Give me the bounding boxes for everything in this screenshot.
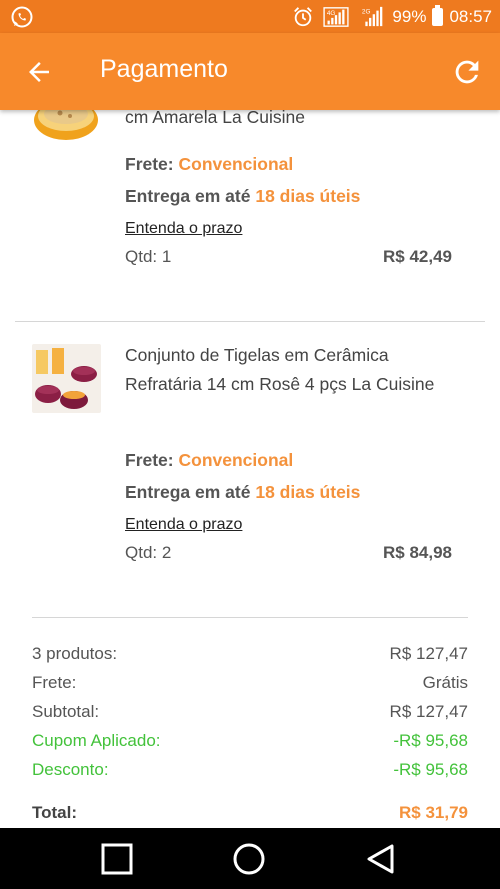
summary-label: Frete:: [32, 673, 77, 692]
triangle-back-icon[interactable]: [364, 842, 398, 876]
summary-total-row: Total: R$ 31,79: [32, 803, 468, 823]
item-price: R$ 84,98: [383, 543, 452, 562]
summary-label: 3 produtos:: [32, 644, 118, 663]
signal-4g-icon: 4G: [323, 6, 350, 27]
arrow-back-icon[interactable]: [24, 57, 54, 87]
summary-value: R$ 127,47: [389, 644, 468, 663]
quantity: Qtd: 2: [125, 543, 172, 562]
system-nav-bar: [0, 828, 500, 889]
delivery-estimate: Entrega em até 18 dias úteis: [125, 186, 360, 207]
delivery-estimate: Entrega em até 18 dias úteis: [125, 482, 360, 503]
shipping-label: Frete:: [125, 154, 174, 174]
summary-value: -R$ 95,68: [393, 731, 468, 750]
shipping-type: Frete: Convencional: [125, 154, 293, 175]
delivery-label: Entrega em até: [125, 482, 251, 502]
understand-deadline-link[interactable]: Entenda o prazo: [125, 516, 242, 534]
shipping-value: Convencional: [178, 154, 294, 174]
square-icon[interactable]: [100, 842, 134, 876]
refresh-icon[interactable]: [450, 55, 484, 89]
product-name: Conjunto de Tigelas em Cerâmica Refratár…: [125, 345, 435, 394]
quantity: Qtd: 1: [125, 247, 172, 266]
delivery-label: Entrega em até: [125, 186, 251, 206]
divider: [32, 617, 468, 618]
svg-text:2G: 2G: [362, 8, 371, 15]
delivery-value: 18 dias úteis: [255, 482, 361, 502]
summary-label: Cupom Aplicado:: [32, 731, 161, 750]
summary-label: Desconto:: [32, 760, 109, 779]
app-bar: Pagamento: [0, 33, 500, 110]
battery-percent: 99%: [392, 6, 427, 26]
page-title: Pagamento: [100, 55, 228, 83]
product-image: [32, 344, 101, 413]
summary-value: R$ 31,79: [399, 803, 468, 822]
shipping-type: Frete: Convencional: [125, 450, 293, 471]
product-image: [32, 110, 101, 145]
shipping-value: Convencional: [178, 450, 294, 470]
summary-value: Grátis: [422, 673, 468, 692]
summary-coupon-row: Cupom Aplicado: -R$ 95,68: [32, 731, 468, 751]
circle-icon[interactable]: [232, 842, 266, 876]
delivery-value: 18 dias úteis: [255, 186, 361, 206]
status-bar: 4G 2G 99% 08:57: [0, 0, 500, 33]
summary-shipping-row: Frete: Grátis: [32, 673, 468, 693]
shipping-label: Frete:: [125, 450, 174, 470]
whatsapp-icon: [11, 6, 33, 28]
summary-products-row: 3 produtos: R$ 127,47: [32, 644, 468, 664]
product-name: cm Amarela La Cuisine: [125, 110, 305, 127]
battery-icon: [432, 4, 444, 26]
summary-subtotal-row: Subtotal: R$ 127,47: [32, 702, 468, 722]
summary-discount-row: Desconto: -R$ 95,68: [32, 760, 468, 780]
divider: [15, 321, 485, 322]
summary-value: -R$ 95,68: [393, 760, 468, 779]
signal-2g-icon: 2G: [362, 6, 383, 26]
clock: 08:57: [449, 6, 492, 26]
order-content: cm Amarela La Cuisine Frete: Convenciona…: [0, 110, 500, 828]
understand-deadline-link[interactable]: Entenda o prazo: [125, 220, 242, 238]
summary-value: R$ 127,47: [389, 702, 468, 721]
summary-label: Subtotal:: [32, 702, 100, 721]
alarm-icon: [294, 6, 313, 26]
item-price: R$ 42,49: [383, 247, 452, 266]
summary-label: Total:: [32, 803, 78, 822]
svg-text:4G: 4G: [327, 10, 336, 17]
screen: { "status_bar": { "battery": "99%", "tim…: [0, 0, 500, 889]
